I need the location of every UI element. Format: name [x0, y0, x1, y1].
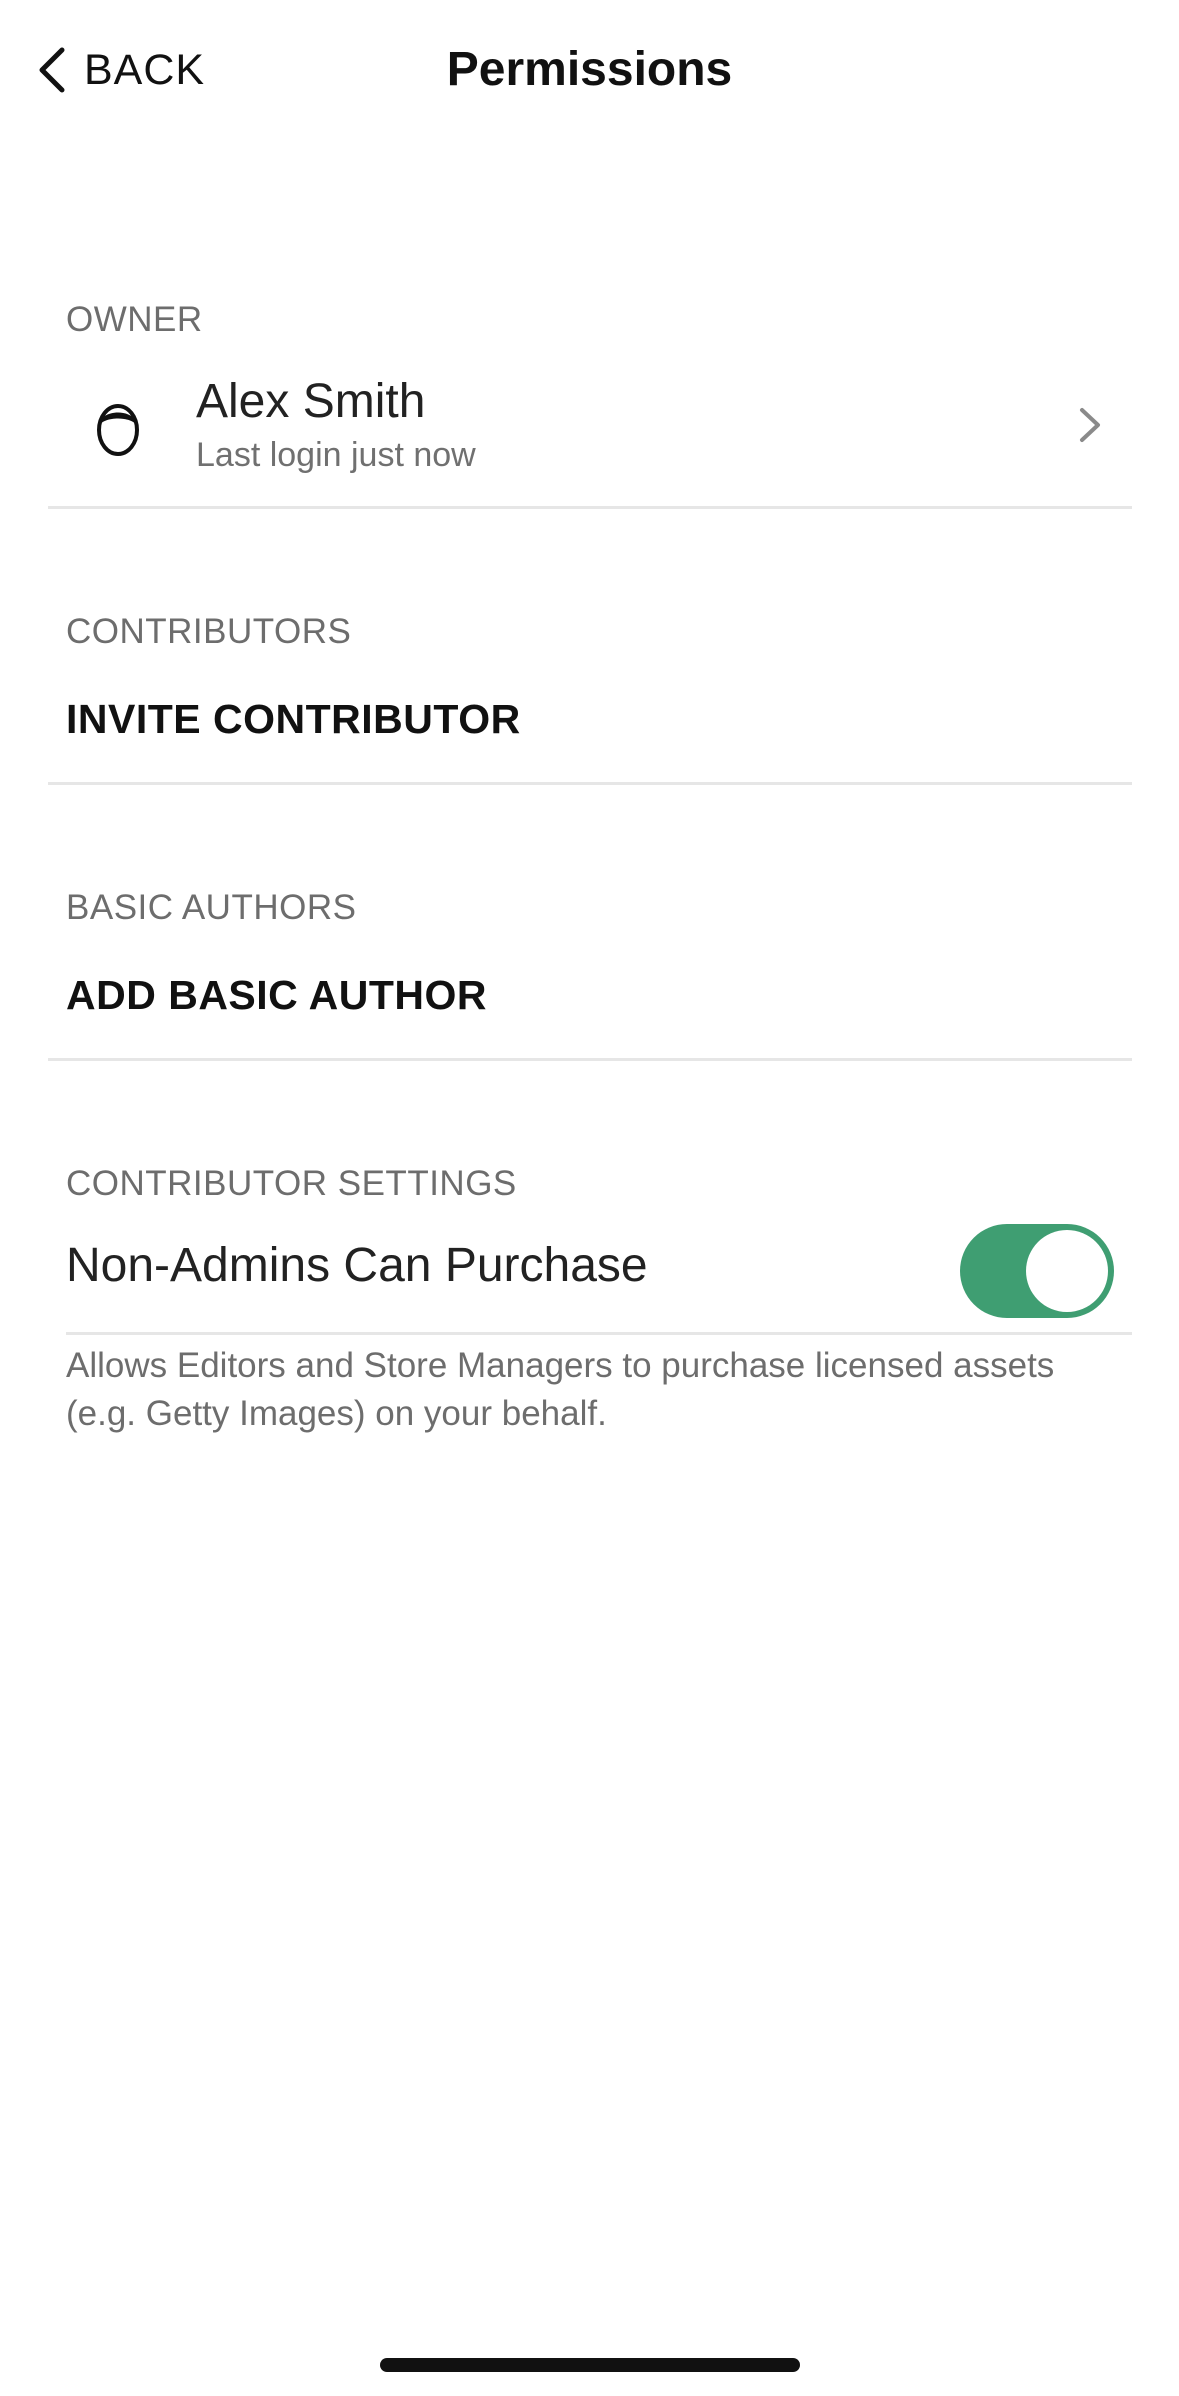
avatar-face-icon	[97, 404, 139, 456]
contributor-settings-section-label: CONTRIBUTOR SETTINGS	[66, 1164, 517, 1203]
owner-name: Alex Smith	[196, 375, 426, 428]
purchase-help-text: Allows Editors and Store Managers to pur…	[66, 1346, 1055, 1433]
invite-contributor-button[interactable]: INVITE CONTRIBUTOR	[66, 696, 521, 743]
home-indicator	[380, 2358, 800, 2372]
owner-section-label: OWNER	[66, 300, 203, 339]
chevron-right-icon	[1080, 408, 1100, 442]
divider	[48, 506, 1132, 509]
divider	[66, 1332, 1132, 1335]
divider	[48, 782, 1132, 785]
owner-row[interactable]: Alex Smith Last login just now	[48, 360, 1132, 506]
toggle-knob	[1026, 1230, 1108, 1312]
contributors-section-label: CONTRIBUTORS	[66, 612, 352, 651]
add-basic-author-button[interactable]: ADD BASIC AUTHOR	[66, 972, 487, 1019]
non-admins-can-purchase-label: Non-Admins Can Purchase	[66, 1239, 648, 1292]
page-title: Permissions	[446, 43, 733, 96]
basic-authors-section-label: BASIC AUTHORS	[66, 888, 357, 927]
divider	[48, 1058, 1132, 1061]
non-admins-can-purchase-toggle[interactable]	[960, 1224, 1114, 1318]
owner-last-login: Last login just now	[196, 436, 476, 474]
